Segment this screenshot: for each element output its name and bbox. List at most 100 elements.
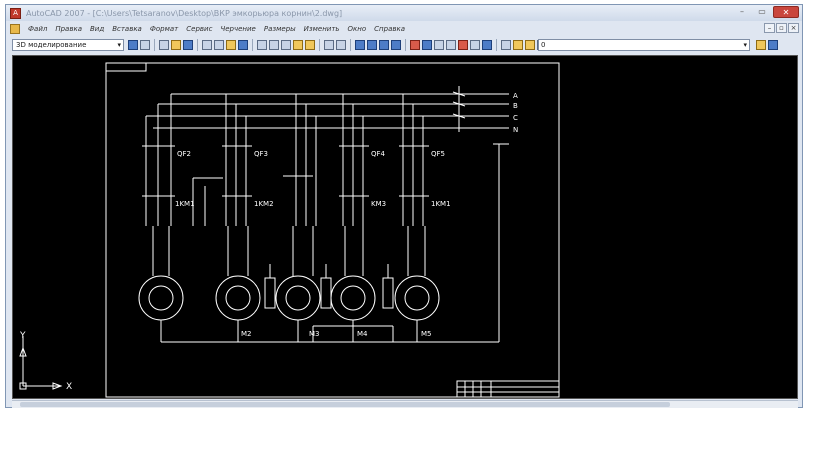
menu-format[interactable]: Формат xyxy=(150,25,178,33)
workspace-settings-icon[interactable] xyxy=(128,40,138,50)
drawing-frame xyxy=(105,62,560,398)
properties-icon[interactable] xyxy=(410,40,420,50)
toolbar-separator xyxy=(319,39,320,51)
toolbar-separator xyxy=(496,39,497,51)
layer-on-icon[interactable] xyxy=(513,40,523,50)
window-title: AutoCAD 2007 - [C:\Users\Tetsaranov\Desk… xyxy=(26,8,343,18)
frame-corner-box xyxy=(105,62,147,72)
motor-label-m3: M3 xyxy=(309,330,320,338)
workspace-value: 3D моделирование xyxy=(16,41,87,49)
make-layer-current-icon[interactable] xyxy=(756,40,766,50)
copy-icon[interactable] xyxy=(269,40,279,50)
motor-label-m5: M5 xyxy=(421,330,432,338)
layer-value: 0 xyxy=(541,41,546,49)
quickcalc-icon[interactable] xyxy=(470,40,480,50)
menu-view[interactable]: Вид xyxy=(90,25,104,33)
publish-icon[interactable] xyxy=(226,40,236,50)
zoom-window-icon[interactable] xyxy=(379,40,389,50)
undo-icon[interactable] xyxy=(324,40,334,50)
doc-close-button[interactable]: × xyxy=(788,23,799,33)
contactor-label-4: 1KM1 xyxy=(431,200,451,208)
menu-modify[interactable]: Изменить xyxy=(304,25,340,33)
markup-icon[interactable] xyxy=(458,40,468,50)
bus-label-c: C xyxy=(513,114,518,122)
layer-previous-icon[interactable] xyxy=(768,40,778,50)
layer-freeze-icon[interactable] xyxy=(525,40,535,50)
horizontal-scrollbar[interactable] xyxy=(12,400,798,408)
breaker-label-qf3: QF3 xyxy=(254,150,268,158)
document-icon[interactable] xyxy=(10,24,20,34)
window-controls: – ▭ ✕ xyxy=(733,6,799,18)
maximize-button[interactable]: ▭ xyxy=(753,6,771,18)
toolbar-separator xyxy=(197,39,198,51)
toolbar-icons xyxy=(128,39,547,51)
drawing-canvas[interactable]: A B C N QF2 QF3 QF4 QF5 1KM1 1KM2 KM3 1K… xyxy=(12,55,798,399)
new-file-icon[interactable] xyxy=(159,40,169,50)
toolbar-separator xyxy=(405,39,406,51)
bus-label-a: A xyxy=(513,92,518,100)
print-icon[interactable] xyxy=(202,40,212,50)
workspace-dropdown[interactable]: 3D моделирование ▾ xyxy=(12,39,124,51)
paste-icon[interactable] xyxy=(281,40,291,50)
ucs-y-label: Y xyxy=(19,331,26,341)
bus-label-b: B xyxy=(513,102,518,110)
resistor-4 xyxy=(382,277,394,309)
autocad-app-icon[interactable]: A xyxy=(10,7,21,19)
sheet-set-icon[interactable] xyxy=(446,40,456,50)
tool-palettes-icon[interactable] xyxy=(434,40,444,50)
plot-icon[interactable] xyxy=(238,40,248,50)
minimize-button[interactable]: – xyxy=(733,6,751,18)
toolbar-separator xyxy=(350,39,351,51)
close-button[interactable]: ✕ xyxy=(773,6,799,18)
resistor-2 xyxy=(264,277,276,309)
open-file-icon[interactable] xyxy=(171,40,181,50)
motor-label-m4: M4 xyxy=(357,330,368,338)
chevron-down-icon: ▾ xyxy=(743,41,747,49)
doc-restore-button[interactable]: ▫ xyxy=(776,23,787,33)
resistor-3 xyxy=(320,277,332,309)
breaker-label-qf5: QF5 xyxy=(431,150,445,158)
workspace-save-icon[interactable] xyxy=(140,40,150,50)
bus-label-n: N xyxy=(513,126,518,134)
help-icon[interactable] xyxy=(482,40,492,50)
title-bar[interactable]: A AutoCAD 2007 - [C:\Users\Tetsaranov\De… xyxy=(6,5,802,21)
save-icon[interactable] xyxy=(183,40,193,50)
breaker-label-qf2: QF2 xyxy=(177,150,191,158)
match-properties-icon[interactable] xyxy=(293,40,303,50)
layer-manager-icon[interactable] xyxy=(501,40,511,50)
motor-label-m2: M2 xyxy=(241,330,252,338)
zoom-realtime-icon[interactable] xyxy=(367,40,377,50)
block-editor-icon[interactable] xyxy=(305,40,315,50)
menu-file[interactable]: Файл xyxy=(28,25,47,33)
redo-icon[interactable] xyxy=(336,40,346,50)
toolbar-separator xyxy=(252,39,253,51)
zoom-previous-icon[interactable] xyxy=(391,40,401,50)
chevron-down-icon: ▾ xyxy=(117,41,121,49)
pan-icon[interactable] xyxy=(355,40,365,50)
layer-dropdown[interactable]: 0 ▾ xyxy=(538,39,750,51)
scrollbar-thumb[interactable] xyxy=(20,402,670,407)
menu-edit[interactable]: Правка xyxy=(55,25,82,33)
ucs-x-label: X xyxy=(66,382,72,392)
autocad-window: A AutoCAD 2007 - [C:\Users\Tetsaranov\De… xyxy=(5,4,803,408)
layer-tools xyxy=(756,40,778,50)
contactor-label-1: 1KM1 xyxy=(175,200,195,208)
print-preview-icon[interactable] xyxy=(214,40,224,50)
title-block xyxy=(456,380,560,398)
menu-insert[interactable]: Вставка xyxy=(112,25,142,33)
menu-tools[interactable]: Сервис xyxy=(186,25,212,33)
menu-bar: Файл Правка Вид Вставка Формат Сервис Че… xyxy=(6,22,802,36)
contactor-label-2: 1KM2 xyxy=(254,200,274,208)
toolbar-separator xyxy=(154,39,155,51)
design-center-icon[interactable] xyxy=(422,40,432,50)
document-window-controls: – ▫ × xyxy=(764,23,799,33)
menu-window[interactable]: Окно xyxy=(348,25,367,33)
menu-draw[interactable]: Черчение xyxy=(220,25,255,33)
doc-minimize-button[interactable]: – xyxy=(764,23,775,33)
contactor-label-3: KM3 xyxy=(371,200,386,208)
standard-toolbar: 3D моделирование ▾ 0 ▾ xyxy=(6,37,802,53)
menu-dimension[interactable]: Размеры xyxy=(264,25,296,33)
cut-icon[interactable] xyxy=(257,40,267,50)
menu-help[interactable]: Справка xyxy=(374,25,405,33)
electrical-schematic: A B C N QF2 QF3 QF4 QF5 1KM1 1KM2 KM3 1K… xyxy=(19,62,560,398)
